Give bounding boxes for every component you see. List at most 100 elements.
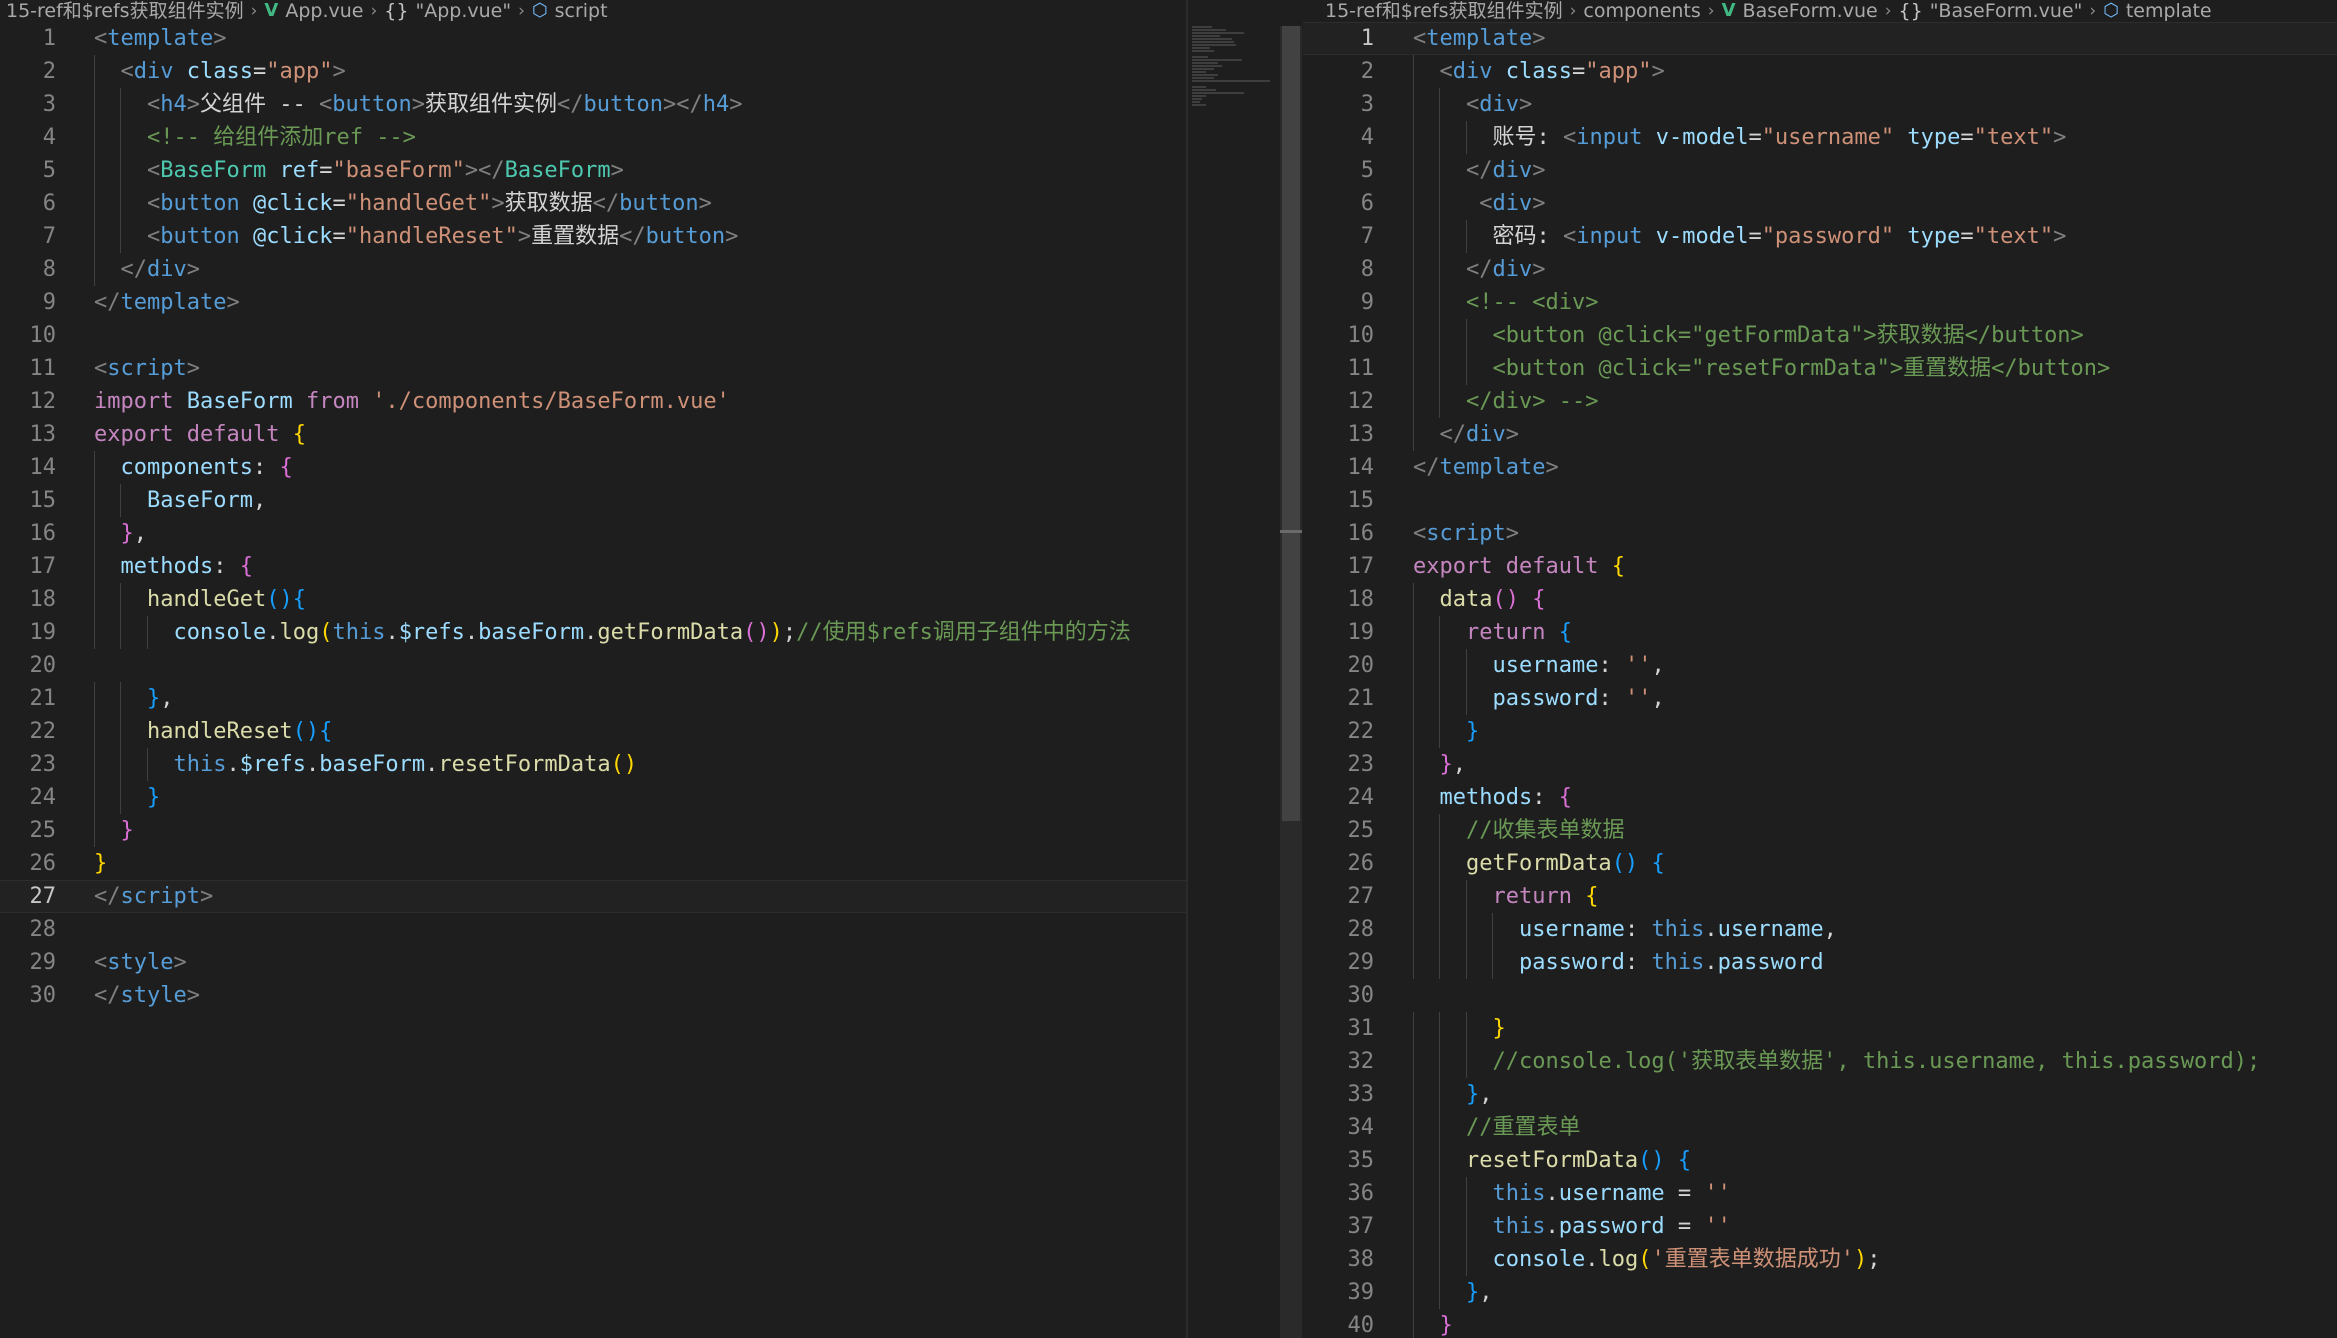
editor-sash[interactable] — [1186, 0, 1188, 1338]
code-line[interactable]: 10 — [0, 319, 1186, 352]
code-line[interactable]: 31 } — [1303, 1012, 2337, 1045]
code-line[interactable]: 33 }, — [1303, 1078, 2337, 1111]
code-line[interactable]: 3 <div> — [1303, 88, 2337, 121]
code-line[interactable]: 27 return { — [1303, 880, 2337, 913]
code-line[interactable]: 15 — [1303, 484, 2337, 517]
code-line[interactable]: 7 密码: <input v-model="password" type="te… — [1303, 220, 2337, 253]
code-line[interactable]: 19 return { — [1303, 616, 2337, 649]
minimap[interactable] — [1192, 26, 1282, 106]
breadcrumb-subfolder[interactable]: components — [1583, 0, 1700, 22]
code-token: h4 — [702, 92, 730, 117]
code-line[interactable]: 7 <button @click="handleReset">重置数据</but… — [0, 220, 1186, 253]
breadcrumb-section[interactable]: "BaseForm.vue" — [1930, 0, 2083, 22]
code-line[interactable]: 1 <template> — [0, 22, 1186, 55]
code-token: default — [186, 422, 280, 447]
code-line[interactable]: 20 — [0, 649, 1186, 682]
code-editor[interactable]: 1 <template> 2 <div class="app"> 3 <h4>父组件 … — [0, 22, 1186, 1338]
code-token: < — [94, 356, 108, 381]
breadcrumb-file[interactable]: BaseForm.vue — [1743, 0, 1878, 22]
code-line[interactable]: 11 <script> — [0, 352, 1186, 385]
code-line[interactable]: 22 handleReset(){ — [0, 715, 1186, 748]
indent-guide — [120, 121, 122, 154]
code-line[interactable]: 13 </div> — [1303, 418, 2337, 451]
code-line[interactable]: 16 }, — [0, 517, 1186, 550]
code-line[interactable]: 5 </div> — [1303, 154, 2337, 187]
code-line[interactable]: 18 data() { — [1303, 583, 2337, 616]
code-line[interactable]: 19 console.log(this.$refs.baseForm.getFo… — [0, 616, 1186, 649]
code-line[interactable]: 12 </div> --> — [1303, 385, 2337, 418]
breadcrumb-symbol[interactable]: script — [555, 0, 608, 22]
code-line[interactable]: 16 <script> — [1303, 517, 2337, 550]
code-line[interactable]: 10 <button @click="getFormData">获取数据</bu… — [1303, 319, 2337, 352]
code-line[interactable]: 32 //console.log('获取表单数据', this.username… — [1303, 1045, 2337, 1078]
scrollbar-thumb[interactable] — [1282, 26, 1300, 821]
code-line[interactable]: 8 </div> — [0, 253, 1186, 286]
code-line[interactable]: 6 <button @click="handleGet">获取数据</butto… — [0, 187, 1186, 220]
code-line[interactable]: 39 }, — [1303, 1276, 2337, 1309]
code-line[interactable]: 4 账号: <input v-model="username" type="te… — [1303, 121, 2337, 154]
code-line[interactable]: 8 </div> — [1303, 253, 2337, 286]
breadcrumb-section[interactable]: "App.vue" — [415, 0, 511, 22]
code-token: < — [94, 26, 108, 51]
code-line[interactable]: 11 <button @click="resetFormData">重置数据</… — [1303, 352, 2337, 385]
code-line[interactable]: 1 <template> — [1303, 22, 2337, 55]
line-code: </div> — [94, 253, 200, 286]
code-line[interactable]: 28 username: this.username, — [1303, 913, 2337, 946]
code-token: style — [107, 950, 174, 975]
code-line[interactable]: 21 }, — [0, 682, 1186, 715]
code-line[interactable]: 20 username: '', — [1303, 649, 2337, 682]
code-line[interactable]: 17 export default { — [1303, 550, 2337, 583]
code-line[interactable]: 5 <BaseForm ref="baseForm"></BaseForm> — [0, 154, 1186, 187]
code-line[interactable]: 2 <div class="app"> — [1303, 55, 2337, 88]
code-line[interactable]: 30 — [1303, 979, 2337, 1012]
code-line[interactable]: 4 <!-- 给组件添加ref --> — [0, 121, 1186, 154]
code-line[interactable]: 15 BaseForm, — [0, 484, 1186, 517]
code-line[interactable]: 28 — [0, 913, 1186, 946]
breadcrumb-folder[interactable]: 15-ref和$refs获取组件实例 — [6, 0, 244, 22]
code-line[interactable]: 2 <div class="app"> — [0, 55, 1186, 88]
code-token: <!-- <div> — [1465, 290, 1599, 315]
code-line[interactable]: 13 export default { — [0, 418, 1186, 451]
code-line[interactable]: 38 console.log('重置表单数据成功'); — [1303, 1243, 2337, 1276]
line-number: 38 — [1347, 1247, 1375, 1272]
indent-guide — [1439, 1144, 1441, 1177]
code-line[interactable]: 9 <!-- <div> — [1303, 286, 2337, 319]
breadcrumb-file[interactable]: App.vue — [285, 0, 363, 22]
code-line[interactable]: 26 getFormData() { — [1303, 847, 2337, 880]
code-line[interactable]: 29 password: this.password — [1303, 946, 2337, 979]
code-line[interactable]: 26} — [0, 847, 1186, 880]
code-line[interactable]: 24 methods: { — [1303, 781, 2337, 814]
code-line[interactable]: 25 //收集表单数据 — [1303, 814, 2337, 847]
code-line[interactable]: 24 } — [0, 781, 1186, 814]
code-line[interactable]: 9 </template> — [0, 286, 1186, 319]
code-line[interactable]: 35 resetFormData() { — [1303, 1144, 2337, 1177]
code-line[interactable]: 27 </script> — [0, 880, 1186, 913]
code-line[interactable]: 6 <div> — [1303, 187, 2337, 220]
code-token: < — [120, 59, 134, 84]
code-line[interactable]: 29 <style> — [0, 946, 1186, 979]
code-line[interactable]: 25 } — [0, 814, 1186, 847]
code-line[interactable]: 3 <h4>父组件 -- <button>获取组件实例</button></h4… — [0, 88, 1186, 121]
code-line[interactable]: 14 </template> — [1303, 451, 2337, 484]
code-line[interactable]: 23 this.$refs.baseForm.resetFormData() — [0, 748, 1186, 781]
code-line[interactable]: 34 //重置表单 — [1303, 1111, 2337, 1144]
code-token: //console.log('获取表单数据', this.username, t… — [1492, 1049, 2261, 1074]
code-line[interactable]: 40 } — [1303, 1309, 2337, 1338]
breadcrumb-symbol[interactable]: template — [2126, 0, 2212, 22]
code-line[interactable]: 21 password: '', — [1303, 682, 2337, 715]
code-line[interactable]: 17 methods: { — [0, 550, 1186, 583]
code-line[interactable]: 14 components: { — [0, 451, 1186, 484]
editor-pane-app-vue[interactable]: 15-ref和$refs获取组件实例 › V App.vue › {} "App… — [0, 0, 1186, 1338]
code-line[interactable]: 22 } — [1303, 715, 2337, 748]
code-line[interactable]: 12 import BaseForm from './components/Bas… — [0, 385, 1186, 418]
code-line[interactable]: 36 this.username = '' — [1303, 1177, 2337, 1210]
code-line[interactable]: 18 handleGet(){ — [0, 583, 1186, 616]
code-line[interactable]: 30 </style> — [0, 979, 1186, 1012]
code-line[interactable]: 37 this.password = '' — [1303, 1210, 2337, 1243]
code-editor[interactable]: 1 <template> 2 <div class="app"> 3 <div> 4 账… — [1303, 22, 2337, 1338]
editor-pane-baseform-vue[interactable]: 15-ref和$refs获取组件实例 › components › V Base… — [1303, 0, 2337, 1338]
code-line[interactable]: 23 }, — [1303, 748, 2337, 781]
breadcrumb-folder[interactable]: 15-ref和$refs获取组件实例 — [1325, 0, 1563, 22]
